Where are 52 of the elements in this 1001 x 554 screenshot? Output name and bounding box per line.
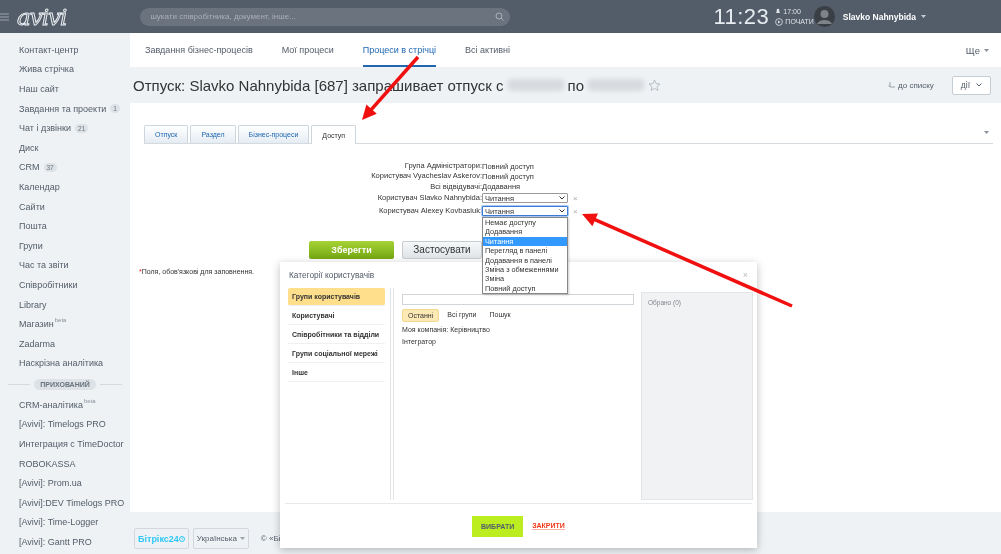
sidebar-item[interactable]: Zadarma [0,333,130,354]
sidebar-item[interactable]: [Avivi]: Prom.ua [0,473,130,494]
nav-tab[interactable]: Процеси в стрічці [362,33,437,67]
play-icon [775,17,784,26]
more-menu[interactable]: Ще [965,33,989,67]
back-link[interactable]: до списку [888,80,934,90]
caret-icon[interactable] [921,15,926,18]
search-field[interactable] [402,294,634,305]
sidebar-item[interactable]: Library [0,294,130,315]
nav-tab[interactable]: Завдання бізнес-процесів [145,33,253,67]
sidebar-item[interactable]: Співробітники [0,275,130,295]
chevron-icon [559,196,565,201]
nav-tab[interactable]: Мої процеси [281,33,334,67]
chevron-icon [976,83,982,87]
search-icon[interactable] [495,12,505,21]
chevron-icon [559,209,565,214]
caret-icon[interactable] [984,48,989,52]
sidebar-item[interactable]: Контакт-центр [0,40,130,60]
page-title-word: по [567,76,584,94]
nav-tab[interactable]: Всі активні [465,33,511,67]
sidebar-item[interactable]: Час та звіти [0,255,130,276]
menu-icon[interactable] [0,12,9,21]
sidebar-item[interactable]: Диск [0,137,130,158]
logo: avivi [17,2,67,32]
dialog-title: Категорії користувачів [289,270,375,280]
sidebar-item[interactable]: Интеграция с TimeDoctor [0,434,130,454]
sidebar-item[interactable]: Пошта [0,216,130,236]
apply-button[interactable]: Застосувати [402,240,482,259]
star-icon[interactable] [648,78,661,92]
sidebar-item[interactable]: Жива стрічка [0,59,130,80]
sidebar-item[interactable]: Групи [0,235,130,256]
sidebar-item[interactable]: [Avivi]:DEV Timelogs PRO [0,493,130,513]
sidebar-item[interactable]: [Avivi]: Time-Logger [0,512,130,533]
blurred-date [507,79,564,91]
avatar-icon[interactable] [813,6,835,27]
sidebar-item[interactable]: Календар [0,177,130,197]
sidebar-item[interactable]: Наш сайт [0,79,130,99]
sidebar-item[interactable]: CRM-аналітика$^{beta}$ [0,395,130,415]
caret-icon[interactable] [984,131,989,134]
language-select[interactable]: Українська [192,528,249,549]
user-menu[interactable]: Slavko Nahnybida [842,11,916,22]
clock-icon [178,535,185,542]
sidebar-item[interactable]: ROBOKASSA [0,453,130,474]
sidebar-item[interactable]: [Avivi]: Gantt PRO [0,532,130,552]
return-arrow-icon [888,81,896,89]
actions-button[interactable]: дії [951,75,991,95]
sidebar-item[interactable]: Наскрізна аналітика [0,353,130,374]
sidebar-item[interactable]: Магазин$^{beta}$ [0,314,130,334]
copyright-text: © «Бі [260,534,281,543]
sidebar-item[interactable]: Сайти [0,196,130,217]
clock: 11:23 [713,3,770,30]
sidebar-item[interactable]: [Avivi]: Timelogs PRO [0,414,130,435]
